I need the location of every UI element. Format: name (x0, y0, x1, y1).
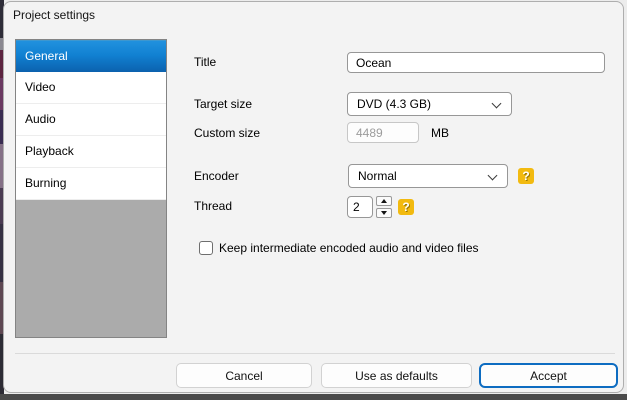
sidebar-item-label: Burning (25, 176, 66, 190)
thread-help-icon[interactable]: ? (398, 199, 414, 215)
target-size-label: Target size (194, 97, 252, 111)
thread-input[interactable] (347, 196, 373, 218)
dialog-title: Project settings (13, 8, 95, 22)
sidebar-item-label: Video (25, 80, 55, 94)
footer-divider (15, 353, 615, 354)
screen: Project settings General Video Audio Pla… (0, 0, 627, 400)
thread-label: Thread (194, 199, 232, 213)
thread-spinner (376, 196, 392, 218)
sidebar-item-burning[interactable]: Burning (16, 168, 166, 200)
title-label: Title (194, 55, 216, 69)
use-as-defaults-button[interactable]: Use as defaults (321, 363, 472, 388)
settings-category-list: General Video Audio Playback Burning (15, 39, 167, 338)
chevron-down-icon (492, 99, 502, 109)
sidebar-item-playback[interactable]: Playback (16, 136, 166, 168)
custom-size-unit: MB (431, 126, 449, 140)
target-size-select[interactable]: DVD (4.3 GB) (347, 92, 512, 116)
sidebar-item-audio[interactable]: Audio (16, 104, 166, 136)
title-input[interactable] (347, 52, 605, 73)
target-size-value: DVD (4.3 GB) (357, 97, 431, 111)
project-settings-dialog: Project settings General Video Audio Pla… (3, 1, 624, 393)
encoder-help-icon[interactable]: ? (518, 168, 534, 184)
cancel-button[interactable]: Cancel (176, 363, 312, 388)
background-bottom-strip (0, 394, 627, 400)
encoder-value: Normal (358, 169, 397, 183)
keep-files-checkbox[interactable] (199, 241, 213, 255)
encoder-label: Encoder (194, 169, 239, 183)
sidebar-item-label: Audio (25, 112, 56, 126)
sidebar-item-label: General (25, 49, 68, 63)
dialog-titlebar[interactable]: Project settings (4, 2, 623, 30)
chevron-down-icon (488, 171, 498, 181)
sidebar-item-label: Playback (25, 144, 74, 158)
keep-files-label[interactable]: Keep intermediate encoded audio and vide… (219, 241, 479, 255)
spinner-up-button[interactable] (376, 196, 392, 206)
sidebar-item-video[interactable]: Video (16, 72, 166, 104)
accept-button[interactable]: Accept (479, 363, 618, 388)
custom-size-label: Custom size (194, 126, 260, 140)
custom-size-input[interactable] (347, 122, 419, 143)
sidebar-item-general[interactable]: General (16, 40, 166, 72)
encoder-select[interactable]: Normal (348, 164, 508, 188)
spinner-down-button[interactable] (376, 208, 392, 218)
